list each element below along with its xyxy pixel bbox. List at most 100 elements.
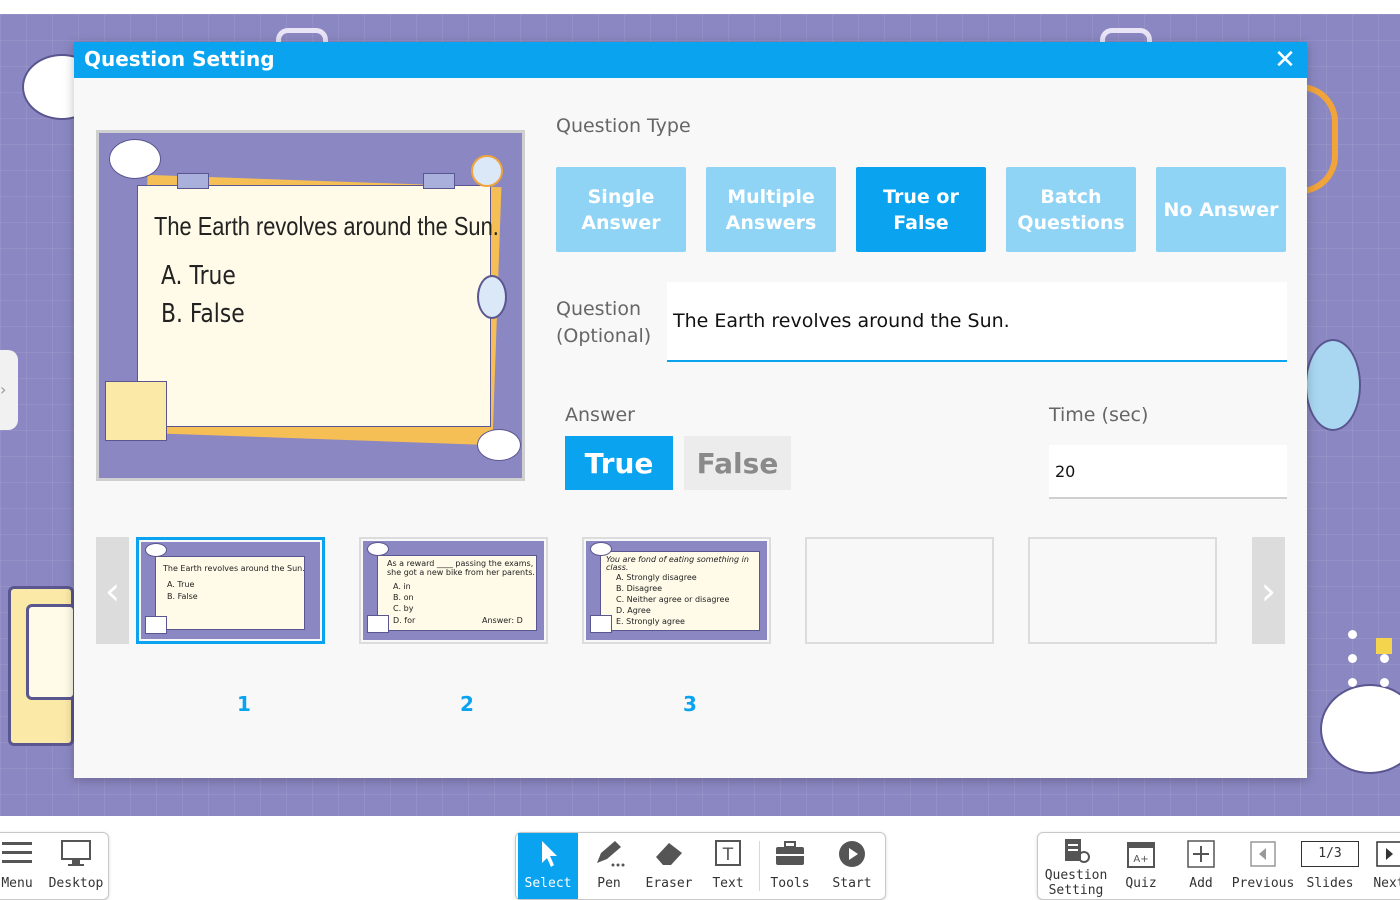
thumbnail-text: B. on (393, 593, 414, 602)
chevron-right-icon: › (0, 380, 7, 399)
monitor-decoration (105, 381, 167, 441)
slide-preview: The Earth revolves around the Sun. A. Tr… (96, 130, 525, 481)
next-slide-button[interactable]: Next (1368, 833, 1400, 899)
type-batch-questions-button[interactable]: Batch Questions (1006, 167, 1136, 252)
dot-decoration (1348, 702, 1357, 711)
dot-decoration (1380, 678, 1389, 687)
menu-icon (2, 839, 32, 871)
slide-thumbnail[interactable]: You are fond of eating something in clas… (582, 537, 771, 644)
cursor-icon (536, 839, 560, 873)
toolbar-center-group: Select Pen Eraser T Text Tools Start (515, 832, 886, 900)
thumbnails-next-button[interactable]: › (1252, 537, 1285, 644)
question-input[interactable] (667, 282, 1287, 362)
pen-tool[interactable]: Pen (580, 833, 638, 899)
monitor-screen-decoration (26, 604, 76, 700)
type-single-answer-button[interactable]: Single Answer (556, 167, 686, 252)
cloud-decoration (109, 139, 161, 179)
thumbnail-number: 2 (460, 692, 474, 716)
desktop-button[interactable]: Desktop (45, 833, 107, 899)
thumbnail-text: E. Strongly agree (616, 617, 685, 626)
svg-text:T: T (722, 845, 734, 865)
plus-icon (1186, 839, 1216, 873)
eraser-tool[interactable]: Eraser (638, 833, 700, 899)
add-label: Add (1189, 876, 1213, 891)
start-button[interactable]: Start (822, 833, 882, 899)
dot-decoration (1348, 630, 1357, 639)
dialog-title: Question Setting (84, 47, 275, 71)
eraser-label: Eraser (645, 876, 693, 891)
answer-true-button[interactable]: True (565, 436, 673, 490)
dot-decoration (1380, 654, 1389, 663)
thumbnail-text: A. Strongly disagree (616, 573, 697, 582)
dialog-header: Question Setting ✕ (74, 42, 1307, 78)
close-icon: ✕ (1274, 45, 1296, 75)
menu-button[interactable]: Menu (0, 833, 39, 899)
svg-text:A+: A+ (1133, 854, 1148, 865)
empty-thumbnail-slot (805, 537, 994, 644)
dot-decoration (1348, 654, 1357, 663)
preview-question-text: The Earth revolves around the Sun. (154, 211, 499, 241)
previous-icon (1249, 839, 1277, 873)
thumbnail-slide: As a reward ____ passing the exams, she … (363, 541, 544, 640)
empty-thumbnail-slot (1028, 537, 1217, 644)
start-label: Start (832, 876, 872, 891)
eraser-icon (653, 839, 685, 873)
select-tool[interactable]: Select (518, 833, 578, 899)
question-setting-label: Question Setting (1044, 868, 1108, 898)
type-multiple-answers-button[interactable]: Multiple Answers (706, 167, 836, 252)
magnifier-decoration (471, 155, 503, 187)
previous-label: Previous (1231, 876, 1295, 891)
type-true-or-false-button[interactable]: True or False (856, 167, 986, 252)
thumbnail-text: she got a new bike from her parents. (387, 568, 535, 577)
slide-thumbnail[interactable]: As a reward ____ passing the exams, she … (359, 537, 548, 644)
bulb-decoration (477, 275, 507, 319)
answer-label: Answer (565, 404, 635, 426)
question-setting-button[interactable]: Question Setting (1040, 833, 1112, 899)
cloud-decoration (477, 429, 521, 461)
square-decoration (1376, 638, 1392, 654)
desktop-label: Desktop (48, 876, 104, 891)
menu-label: Menu (1, 876, 33, 891)
play-icon (837, 839, 867, 873)
previous-slide-button[interactable]: Previous (1228, 833, 1298, 899)
answer-false-button[interactable]: False (684, 436, 791, 490)
thumbnail-text: C. Neither agree or disagree (616, 595, 730, 604)
toolbar-separator (759, 841, 760, 891)
add-slide-button[interactable]: Add (1178, 833, 1224, 899)
thumbnail-text: class. (606, 563, 629, 572)
question-setting-icon (1061, 837, 1091, 869)
monitor-decoration (145, 616, 167, 634)
text-tool[interactable]: T Text (702, 833, 754, 899)
thumbnail-text: D. for (393, 616, 416, 625)
thumbnail-answer-text: Answer: D (482, 616, 523, 625)
slide-thumbnail[interactable]: The Earth revolves around the Sun. A. Tr… (136, 537, 325, 644)
cloud-decoration (367, 542, 389, 556)
quiz-button[interactable]: A+ Quiz (1118, 833, 1164, 899)
close-button[interactable]: ✕ (1271, 45, 1299, 75)
dot-decoration (1348, 678, 1357, 687)
quiz-icon: A+ (1126, 839, 1156, 873)
slides-counter[interactable]: 1/3 Slides (1298, 833, 1362, 899)
quiz-label: Quiz (1125, 876, 1157, 891)
clip-decoration (423, 173, 455, 189)
next-icon (1375, 839, 1400, 873)
pen-label: Pen (597, 876, 621, 891)
toolbar-right-group: Question Setting A+ Quiz Add Previous 1/… (1037, 832, 1400, 900)
preview-option: A. True (161, 261, 236, 291)
text-label: Text (712, 876, 744, 891)
toolbox-icon (775, 839, 805, 873)
thumbnails-prev-button[interactable]: ‹ (96, 537, 129, 644)
thumbnail-text: B. False (167, 592, 198, 601)
chevron-left-icon: ‹ (104, 568, 121, 613)
question-label: Question (Optional) (556, 298, 652, 347)
time-label: Time (sec) (1049, 404, 1149, 426)
thumbnail-slide: You are fond of eating something in clas… (586, 541, 767, 640)
side-panel-toggle[interactable]: › (0, 350, 18, 430)
thumbnail-text: D. Agree (616, 606, 651, 615)
time-input[interactable] (1049, 445, 1287, 499)
thumbnail-text: A. True (167, 580, 195, 589)
slides-label: Slides (1306, 876, 1354, 891)
tools-button[interactable]: Tools (762, 833, 818, 899)
thumbnail-text: The Earth revolves around the Sun. (163, 564, 305, 573)
type-no-answer-button[interactable]: No Answer (1156, 167, 1286, 252)
